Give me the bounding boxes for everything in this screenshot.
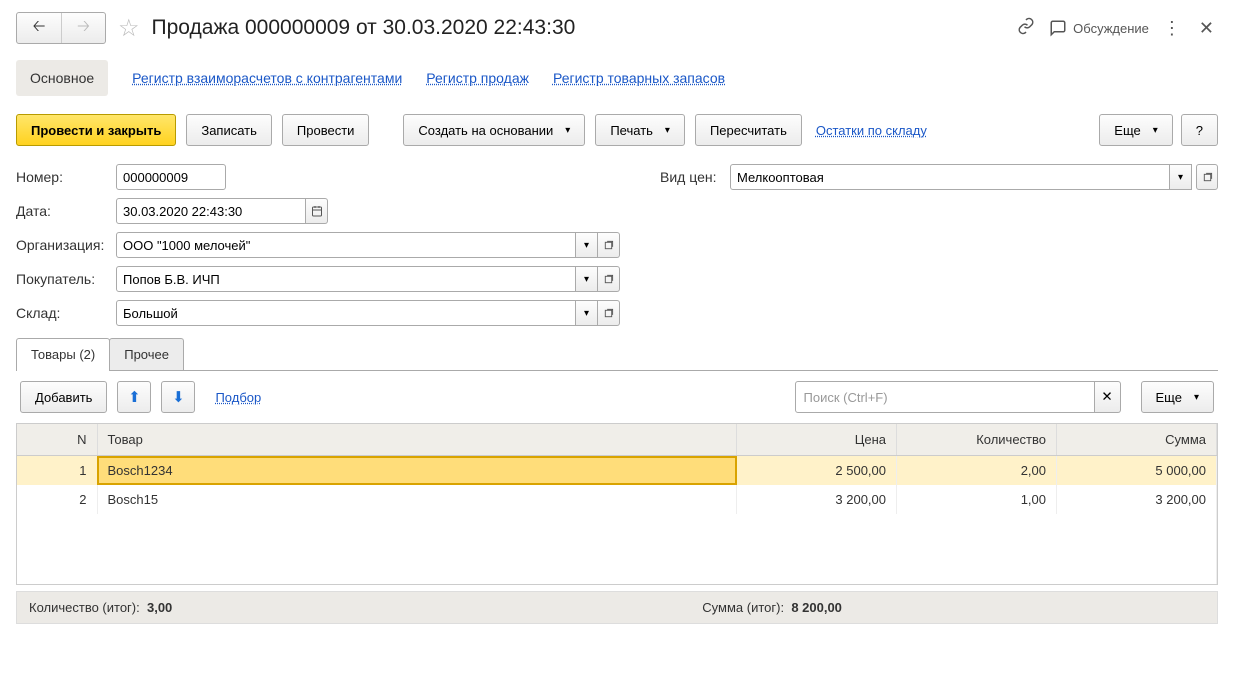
- kebab-menu-icon[interactable]: ⋮: [1163, 18, 1181, 39]
- more-button[interactable]: Еще: [1099, 114, 1172, 146]
- dropdown-icon[interactable]: ▾: [1170, 164, 1192, 190]
- save-button[interactable]: Записать: [186, 114, 272, 146]
- nav-link-register-sales[interactable]: Регистр продаж: [426, 70, 529, 86]
- add-row-button[interactable]: Добавить: [20, 381, 107, 413]
- tab-other[interactable]: Прочее: [109, 338, 184, 370]
- post-and-close-button[interactable]: Провести и закрыть: [16, 114, 176, 146]
- move-up-button[interactable]: ⬆: [117, 381, 151, 413]
- cell-sum[interactable]: 3 200,00: [1057, 485, 1217, 514]
- cell-product[interactable]: Bosch15: [97, 485, 737, 514]
- help-button[interactable]: ?: [1181, 114, 1218, 146]
- nav-link-register-stock[interactable]: Регистр товарных запасов: [553, 70, 725, 86]
- create-based-on-button[interactable]: Создать на основании: [403, 114, 585, 146]
- link-icon[interactable]: [1017, 17, 1035, 40]
- goods-table: N Товар Цена Количество Сумма 1 Bosch123…: [17, 424, 1217, 584]
- warehouse-label: Склад:: [16, 305, 116, 321]
- page-title: Продажа 000000009 от 30.03.2020 22:43:30: [152, 16, 576, 40]
- buyer-label: Покупатель:: [16, 271, 116, 287]
- total-sum-value: 8 200,00: [791, 600, 842, 615]
- cell-product[interactable]: Bosch1234: [97, 456, 737, 486]
- table-row[interactable]: 2 Bosch15 3 200,00 1,00 3 200,00: [17, 485, 1217, 514]
- open-icon[interactable]: [598, 300, 620, 326]
- move-down-button[interactable]: ⬇: [161, 381, 195, 413]
- stock-balance-link[interactable]: Остатки по складу: [816, 123, 927, 138]
- dropdown-icon[interactable]: ▾: [576, 232, 598, 258]
- organization-label: Организация:: [16, 237, 116, 253]
- calendar-icon[interactable]: [306, 198, 328, 224]
- cell-price[interactable]: 2 500,00: [737, 456, 897, 486]
- price-type-field[interactable]: [730, 164, 1170, 190]
- number-field[interactable]: [116, 164, 226, 190]
- pick-link[interactable]: Подбор: [215, 390, 261, 405]
- close-icon[interactable]: ✕: [1195, 18, 1218, 39]
- favorite-icon[interactable]: ☆: [118, 14, 140, 43]
- number-label: Номер:: [16, 169, 116, 185]
- col-header-product[interactable]: Товар: [97, 424, 737, 456]
- cell-sum[interactable]: 5 000,00: [1057, 456, 1217, 486]
- price-type-label: Вид цен:: [660, 169, 730, 185]
- post-button[interactable]: Провести: [282, 114, 370, 146]
- nav-link-register-settlements[interactable]: Регистр взаиморасчетов с контрагентами: [132, 70, 402, 86]
- clear-search-icon[interactable]: ✕: [1095, 381, 1121, 413]
- col-header-sum[interactable]: Сумма: [1057, 424, 1217, 456]
- cell-price[interactable]: 3 200,00: [737, 485, 897, 514]
- warehouse-field[interactable]: [116, 300, 576, 326]
- date-label: Дата:: [16, 203, 116, 219]
- total-sum-label: Сумма (итог):: [702, 600, 784, 615]
- col-header-qty[interactable]: Количество: [897, 424, 1057, 456]
- dropdown-icon[interactable]: ▾: [576, 266, 598, 292]
- cell-qty[interactable]: 1,00: [897, 485, 1057, 514]
- organization-field[interactable]: [116, 232, 576, 258]
- total-qty-value: 3,00: [147, 600, 172, 615]
- cell-n[interactable]: 1: [17, 456, 97, 486]
- open-icon[interactable]: [1196, 164, 1218, 190]
- back-button[interactable]: 🡠: [17, 13, 61, 43]
- table-row[interactable]: 1 Bosch1234 2 500,00 2,00 5 000,00: [17, 456, 1217, 486]
- col-header-n[interactable]: N: [17, 424, 97, 456]
- total-qty-label: Количество (итог):: [29, 600, 140, 615]
- discuss-button[interactable]: Обсуждение: [1049, 19, 1149, 37]
- open-icon[interactable]: [598, 232, 620, 258]
- open-icon[interactable]: [598, 266, 620, 292]
- cell-qty[interactable]: 2,00: [897, 456, 1057, 486]
- tab-main[interactable]: Основное: [16, 60, 108, 96]
- date-field[interactable]: [116, 198, 306, 224]
- buyer-field[interactable]: [116, 266, 576, 292]
- discuss-label: Обсуждение: [1073, 21, 1149, 36]
- forward-button[interactable]: 🡢: [61, 13, 105, 43]
- search-input[interactable]: [795, 381, 1095, 413]
- table-more-button[interactable]: Еще: [1141, 381, 1214, 413]
- print-button[interactable]: Печать: [595, 114, 685, 146]
- cell-n[interactable]: 2: [17, 485, 97, 514]
- tab-goods[interactable]: Товары (2): [16, 338, 110, 370]
- col-header-price[interactable]: Цена: [737, 424, 897, 456]
- dropdown-icon[interactable]: ▾: [576, 300, 598, 326]
- recalculate-button[interactable]: Пересчитать: [695, 114, 802, 146]
